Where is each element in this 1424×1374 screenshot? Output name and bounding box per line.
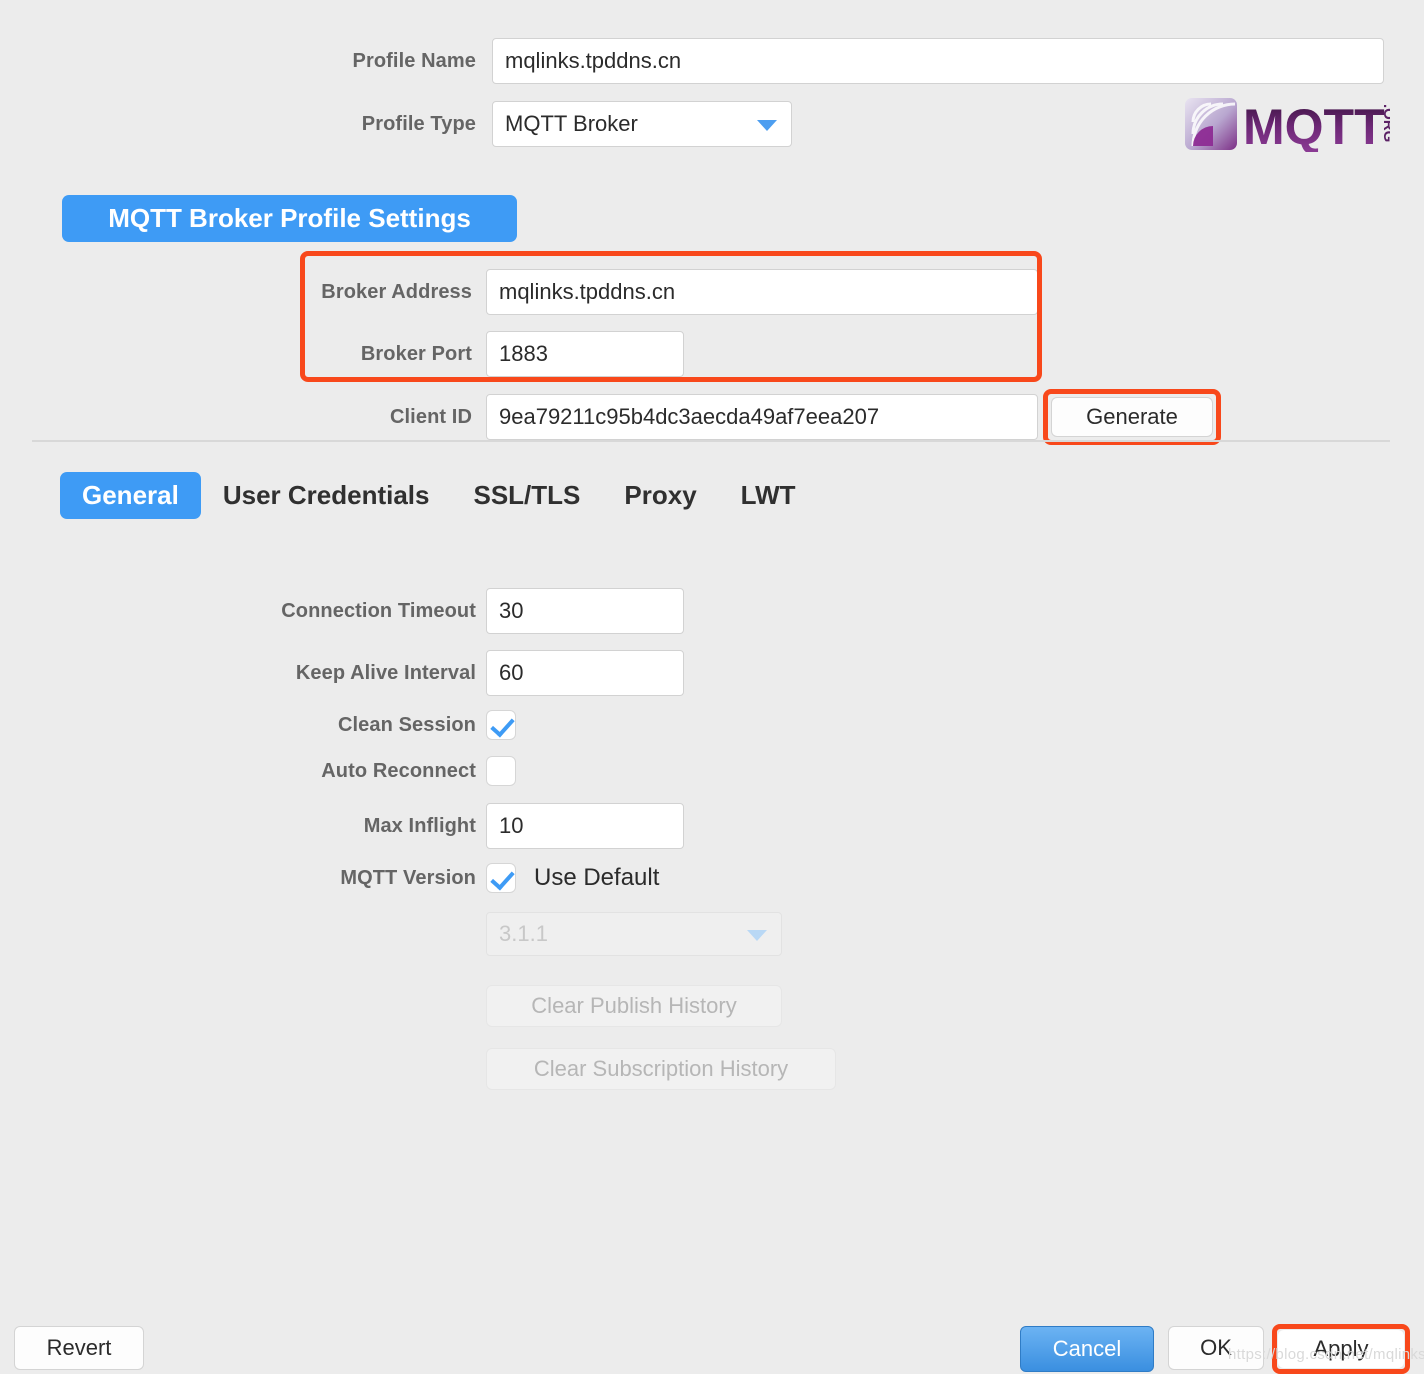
clean-session-row: Clean Session (256, 710, 516, 740)
connection-timeout-input[interactable]: 30 (486, 588, 684, 634)
profile-type-value: MQTT Broker (505, 111, 638, 136)
mqtt-profile-settings-dialog: Profile Name mqlinks.tpddns.cn Profile T… (0, 0, 1424, 1374)
max-inflight-row: Max Inflight 10 (256, 803, 684, 849)
max-inflight-label: Max Inflight (363, 814, 476, 837)
mqtt-version-select[interactable]: 3.1.1 (486, 912, 782, 956)
profile-type-select[interactable]: MQTT Broker (492, 101, 792, 147)
client-id-row: Client ID 9ea79211c95b4dc3aecda49af7eea2… (310, 394, 1038, 440)
profile-type-label: Profile Type (361, 112, 476, 135)
connection-timeout-label: Connection Timeout (281, 599, 476, 622)
tab-proxy[interactable]: Proxy (602, 472, 718, 519)
clean-session-label: Clean Session (337, 713, 476, 736)
chevron-down-icon (757, 120, 777, 131)
generate-client-id-button[interactable]: Generate (1051, 397, 1213, 437)
broker-port-row: Broker Port 1883 (310, 331, 684, 377)
tab-user-credentials[interactable]: User Credentials (201, 472, 452, 519)
profile-type-row: Profile Type MQTT Broker (330, 101, 792, 147)
max-inflight-input[interactable]: 10 (486, 803, 684, 849)
tab-general[interactable]: General (60, 472, 201, 519)
tab-ssl-tls[interactable]: SSL/TLS (451, 472, 602, 519)
mqtt-version-value: 3.1.1 (499, 921, 548, 946)
cancel-button[interactable]: Cancel (1020, 1326, 1154, 1372)
svg-text:.ORG: .ORG (1380, 104, 1390, 142)
broker-address-input[interactable]: mqlinks.tpddns.cn (486, 269, 1038, 315)
connection-timeout-row: Connection Timeout 30 (256, 588, 684, 634)
broker-port-label: Broker Port (360, 342, 472, 365)
profile-name-row: Profile Name mqlinks.tpddns.cn (330, 38, 1384, 84)
broker-address-label: Broker Address (321, 280, 472, 303)
use-default-label: Use Default (534, 864, 660, 891)
apply-button[interactable]: Apply (1278, 1330, 1404, 1368)
client-id-label: Client ID (389, 405, 472, 428)
clear-subscription-history-button[interactable]: Clear Subscription History (486, 1048, 836, 1090)
auto-reconnect-row: Auto Reconnect (256, 756, 516, 786)
keep-alive-interval-row: Keep Alive Interval 60 (256, 650, 684, 696)
mqtt-version-row: MQTT Version Use Default (256, 863, 659, 893)
profile-name-label: Profile Name (352, 49, 476, 72)
mqtt-org-logo: MQTT .ORG (1185, 96, 1390, 152)
keep-alive-interval-input[interactable]: 60 (486, 650, 684, 696)
section-divider (32, 440, 1390, 442)
section-header: MQTT Broker Profile Settings (62, 195, 517, 242)
auto-reconnect-checkbox[interactable] (486, 756, 516, 786)
settings-tabs: General User Credentials SSL/TLS Proxy L… (60, 472, 818, 519)
ok-button[interactable]: OK (1168, 1326, 1264, 1370)
clear-publish-history-button[interactable]: Clear Publish History (486, 985, 782, 1027)
revert-button[interactable]: Revert (14, 1326, 144, 1370)
broker-address-row: Broker Address mqlinks.tpddns.cn (310, 269, 1038, 315)
tab-lwt[interactable]: LWT (719, 472, 818, 519)
profile-name-input[interactable]: mqlinks.tpddns.cn (492, 38, 1384, 84)
keep-alive-interval-label: Keep Alive Interval (295, 661, 476, 684)
chevron-down-icon (747, 930, 767, 941)
svg-text:MQTT: MQTT (1243, 99, 1385, 152)
mqtt-version-label: MQTT Version (340, 866, 476, 889)
use-default-checkbox[interactable] (486, 863, 516, 893)
mqtt-logo-svg: MQTT .ORG (1185, 98, 1390, 152)
client-id-input[interactable]: 9ea79211c95b4dc3aecda49af7eea207 (486, 394, 1038, 440)
auto-reconnect-label: Auto Reconnect (321, 759, 476, 782)
broker-port-input[interactable]: 1883 (486, 331, 684, 377)
clean-session-checkbox[interactable] (486, 710, 516, 740)
